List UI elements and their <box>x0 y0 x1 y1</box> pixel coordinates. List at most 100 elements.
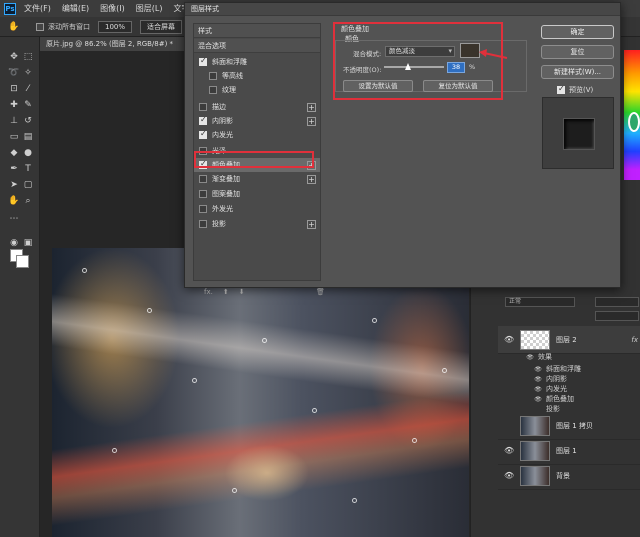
layer-row[interactable]: 👁 图层 2 fx <box>498 326 640 354</box>
style-item-label: 外发光 <box>212 205 233 213</box>
eye-icon[interactable]: 👁 <box>504 446 514 455</box>
style-item-texture[interactable]: 纹理 <box>194 83 320 97</box>
hand-tool-icon: ✋ <box>8 21 20 32</box>
trash-icon[interactable]: 🗑 <box>316 288 325 296</box>
effect-item[interactable]: 👁 颜色叠加 <box>534 394 574 404</box>
styles-header[interactable]: 样式 <box>194 24 320 38</box>
drop-shadow-checkbox[interactable] <box>199 220 207 228</box>
zoom-field[interactable]: 100% <box>98 20 133 33</box>
brush-tool-icon[interactable]: ✎ <box>22 99 34 111</box>
fx-menu-icon[interactable]: fx. <box>204 288 213 296</box>
stamp-tool-icon[interactable]: ⊥ <box>8 115 20 127</box>
ok-button[interactable]: 确定 <box>541 25 614 39</box>
gradient-overlay-checkbox[interactable] <box>199 175 207 183</box>
quick-mask-icon[interactable]: ◉ <box>8 237 20 249</box>
healing-tool-icon[interactable]: ✚ <box>8 99 20 111</box>
add-gradient-overlay-icon[interactable]: + <box>307 174 316 184</box>
magic-wand-tool-icon[interactable]: ✧ <box>22 67 34 79</box>
dodge-tool-icon[interactable]: ● <box>22 147 34 159</box>
path-select-tool-icon[interactable]: ➤ <box>8 179 20 191</box>
move-tool-icon[interactable]: ✥ <box>8 51 20 63</box>
menu-layer[interactable]: 图层(L) <box>136 3 163 14</box>
effects-group[interactable]: 👁 效果 <box>526 352 552 362</box>
style-item-outer-glow[interactable]: 外发光 <box>194 202 320 216</box>
move-down-icon[interactable]: ⬇ <box>239 288 245 296</box>
style-item-drop-shadow[interactable]: 投影 + <box>194 217 320 231</box>
pattern-overlay-checkbox[interactable] <box>199 190 207 198</box>
add-stroke-icon[interactable]: + <box>307 102 316 112</box>
menu-file[interactable]: 文件(F) <box>24 3 51 14</box>
layer-thumbnail <box>520 415 550 436</box>
preview-checkbox[interactable] <box>557 84 565 94</box>
zoom-tool-icon[interactable]: ⌕ <box>22 195 34 207</box>
blend-options-item[interactable]: 混合选项 <box>194 39 320 53</box>
eye-icon[interactable]: 👁 <box>534 366 542 373</box>
style-item-bevel[interactable]: 斜面和浮雕 <box>194 55 320 69</box>
reset-button[interactable]: 复位 <box>541 45 614 59</box>
menu-image[interactable]: 图像(I) <box>100 3 125 14</box>
fx-icon[interactable]: fx <box>631 336 638 344</box>
type-tool-icon[interactable]: T <box>22 163 34 175</box>
lasso-tool-icon[interactable]: ➰ <box>8 67 20 79</box>
inner-shadow-checkbox[interactable] <box>199 115 207 125</box>
layer-row[interactable]: 👁 图层 1 <box>498 437 640 465</box>
style-item-stroke[interactable]: 描边 + <box>194 100 320 114</box>
layer-thumbnail <box>520 440 550 461</box>
background-color-swatch[interactable] <box>16 255 29 268</box>
style-item-gradient-overlay[interactable]: 渐变叠加 + <box>194 172 320 186</box>
layer-blend-mode-select[interactable]: 正常 <box>505 297 575 307</box>
outer-glow-checkbox[interactable] <box>199 205 207 213</box>
layer-fill-field[interactable] <box>595 311 639 321</box>
texture-checkbox[interactable] <box>209 86 217 94</box>
hand-tool-icon[interactable]: ✋ <box>8 195 20 207</box>
fit-screen-button[interactable]: 适合屏幕 <box>140 19 183 34</box>
menu-edit[interactable]: 编辑(E) <box>62 3 89 14</box>
layer-row[interactable]: 👁 图层 1 拷贝 <box>498 412 640 440</box>
add-inner-shadow-icon[interactable]: + <box>307 116 316 126</box>
blur-tool-icon[interactable]: ◆ <box>8 147 20 159</box>
eye-icon[interactable]: 👁 <box>534 386 542 393</box>
effects-label: 效果 <box>538 353 552 361</box>
layer-name: 背景 <box>556 471 570 480</box>
effect-name: 内发光 <box>546 385 567 393</box>
eye-icon[interactable]: 👁 <box>526 354 534 361</box>
new-style-button[interactable]: 新建样式(W)... <box>541 65 614 79</box>
layer-opacity-field[interactable] <box>595 297 639 307</box>
style-item-inner-glow[interactable]: 内发光 <box>194 128 320 142</box>
gradient-tool-icon[interactable]: ▤ <box>22 131 34 143</box>
marquee-tool-icon[interactable]: ⬚ <box>22 51 34 63</box>
pen-tool-icon[interactable]: ✒ <box>8 163 20 175</box>
scroll-all-checkbox[interactable] <box>36 22 44 31</box>
eye-icon[interactable]: 👁 <box>534 376 542 383</box>
eye-icon[interactable]: 👁 <box>504 335 514 344</box>
screen-mode-icon[interactable]: ▣ <box>22 237 34 249</box>
style-item-label: 内发光 <box>212 131 233 139</box>
effect-item[interactable]: 👁 斜面和浮雕 <box>534 364 581 374</box>
style-item-pattern-overlay[interactable]: 图案叠加 <box>194 187 320 201</box>
style-item-inner-shadow[interactable]: 内阴影 + <box>194 114 320 128</box>
layer-row[interactable]: 👁 背景 <box>498 462 640 490</box>
style-item-contour[interactable]: 等高线 <box>194 69 320 83</box>
history-brush-tool-icon[interactable]: ↺ <box>22 115 34 127</box>
preview-toggle[interactable]: 预览(V) <box>557 84 593 95</box>
move-up-icon[interactable]: ⬆ <box>223 288 229 296</box>
effect-item[interactable]: 👁 内发光 <box>534 384 567 394</box>
add-drop-shadow-icon[interactable]: + <box>307 219 316 229</box>
more-tools-icon[interactable]: ⋯ <box>8 213 20 225</box>
rain-drop <box>372 318 377 323</box>
effect-item[interactable]: 👁 内阴影 <box>534 374 567 384</box>
eye-icon[interactable]: 👁 <box>504 471 514 480</box>
eye-icon[interactable]: 👁 <box>534 396 542 403</box>
document-tab[interactable]: 原片.jpg @ 86.2% (图层 2, RGB/8#) * <box>40 37 190 51</box>
dialog-title: 图层样式 <box>185 3 620 16</box>
crop-tool-icon[interactable]: ⊡ <box>8 83 20 95</box>
rain-drop <box>82 268 87 273</box>
eraser-tool-icon[interactable]: ▭ <box>8 131 20 143</box>
contour-checkbox[interactable] <box>209 72 217 80</box>
eyedropper-tool-icon[interactable]: ⁄ <box>22 83 34 95</box>
inner-glow-checkbox[interactable] <box>199 129 207 139</box>
bevel-checkbox[interactable] <box>199 56 207 66</box>
shape-tool-icon[interactable]: ▢ <box>22 179 34 191</box>
color-picker-knob[interactable] <box>628 112 640 132</box>
stroke-checkbox[interactable] <box>199 103 207 111</box>
